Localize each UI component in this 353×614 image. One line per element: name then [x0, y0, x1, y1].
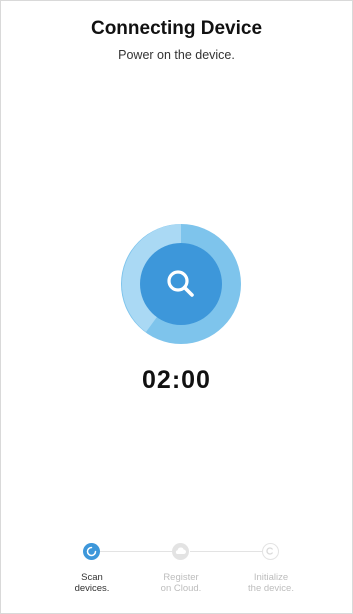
scanner-inner-circle	[140, 243, 222, 325]
page-subtitle: Power on the device.	[118, 48, 235, 62]
step-scan-indicator	[83, 543, 100, 560]
step-scan-line1: Scan	[81, 572, 103, 583]
cloud-icon	[175, 547, 186, 554]
step-scan-label: Scan devices.	[52, 572, 132, 594]
step-register-line2: on Cloud.	[160, 583, 202, 594]
step-scan-line2: devices.	[74, 583, 110, 594]
step-connector	[100, 551, 172, 552]
page-title: Connecting Device	[90, 18, 263, 39]
countdown-timer: 02:00	[142, 366, 211, 394]
step-register-indicator	[172, 543, 189, 560]
step-connector	[190, 551, 262, 552]
step-initialize-line2: the device.	[248, 583, 294, 594]
scanning-indicator	[121, 224, 241, 344]
loading-icon	[86, 546, 97, 557]
step-register-line1: Register	[163, 572, 199, 583]
step-initialize-line1: Initialize	[253, 572, 289, 583]
progress-steps: Scan devices. Register on Cloud. Initial…	[0, 540, 353, 610]
copyright-icon	[266, 547, 273, 555]
step-initialize-label: Initialize the device.	[231, 572, 311, 594]
step-register-label: Register on Cloud.	[141, 572, 221, 594]
step-initialize-indicator	[262, 543, 279, 560]
